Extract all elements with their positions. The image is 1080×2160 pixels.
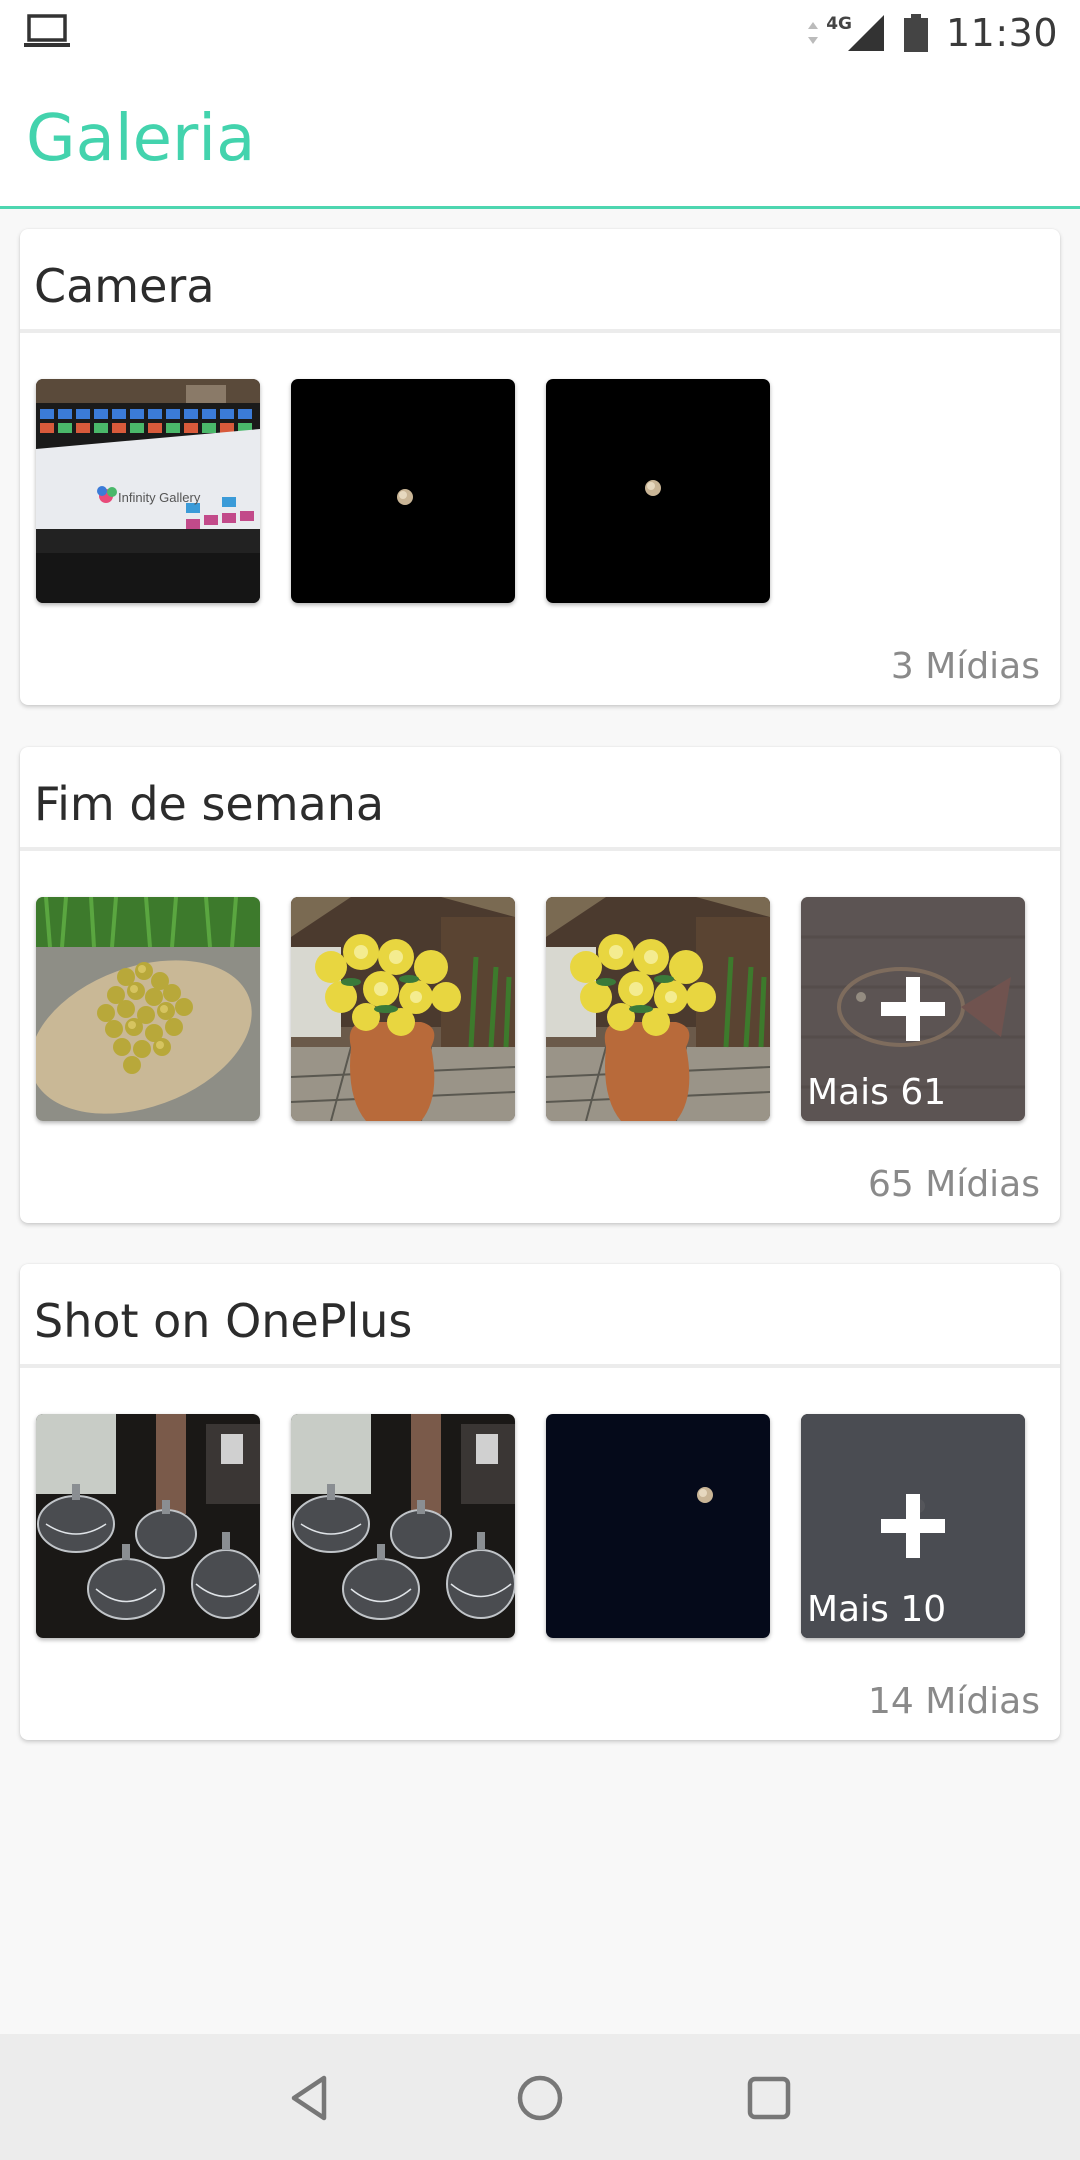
more-count-label: Mais 61 — [807, 1072, 947, 1113]
data-arrows-icon — [808, 22, 819, 44]
album-header: Camera — [20, 229, 1060, 333]
thumbnail-glass-jars-2[interactable] — [291, 1414, 515, 1638]
signal-icon — [847, 15, 884, 51]
thumbnail-moon-1[interactable] — [291, 379, 515, 603]
thumbnail-glass-jars-1[interactable] — [36, 1414, 260, 1638]
album-card-fim-de-semana[interactable]: Fim de semana Mais 61 65 Mídias — [20, 747, 1060, 1223]
page-title: Galeria — [26, 102, 256, 176]
app-bar: Galeria — [0, 66, 1080, 209]
thumbnail-berries[interactable] — [36, 897, 260, 1121]
album-header: Fim de semana — [20, 747, 1060, 851]
album-title: Camera — [34, 259, 215, 313]
infinity-gallery-text: Infinity Gallery — [118, 490, 201, 505]
back-icon[interactable] — [284, 2072, 336, 2124]
album-header: Shot on OnePlus — [20, 1264, 1060, 1368]
thumbnail-flowers-vase-1[interactable] — [291, 897, 515, 1121]
album-title: Fim de semana — [34, 777, 385, 831]
more-thumbnail-button[interactable]: Mais 61 — [801, 897, 1025, 1121]
album-title: Shot on OnePlus — [34, 1294, 413, 1348]
more-count-label: Mais 10 — [807, 1589, 947, 1630]
album-media-count: 65 Mídias — [868, 1164, 1040, 1205]
navigation-bar — [0, 2034, 1080, 2160]
thumbnail-flowers-vase-2[interactable] — [546, 897, 770, 1121]
recents-icon[interactable] — [743, 2072, 795, 2124]
album-media-count: 3 Mídias — [890, 646, 1040, 687]
thumbnail-night-moon[interactable] — [546, 1414, 770, 1638]
thumbnail-laptop-screen[interactable]: Infinity Gallery — [36, 379, 260, 603]
status-bar: 4G 11:30 — [0, 0, 1080, 66]
home-icon[interactable] — [514, 2072, 566, 2124]
more-thumbnail-button[interactable]: Mais 10 — [801, 1414, 1025, 1638]
status-time: 11:30 — [945, 11, 1058, 55]
battery-icon — [903, 14, 928, 52]
album-card-shot-on-oneplus[interactable]: Shot on OnePlus Mais 10 14 Mídias — [20, 1264, 1060, 1740]
album-media-count: 14 Mídias — [868, 1681, 1040, 1722]
thumbnail-moon-2[interactable] — [546, 379, 770, 603]
album-card-camera[interactable]: Camera Infinity Gallery 3 Mídias — [20, 229, 1060, 705]
laptop-icon — [24, 14, 70, 47]
